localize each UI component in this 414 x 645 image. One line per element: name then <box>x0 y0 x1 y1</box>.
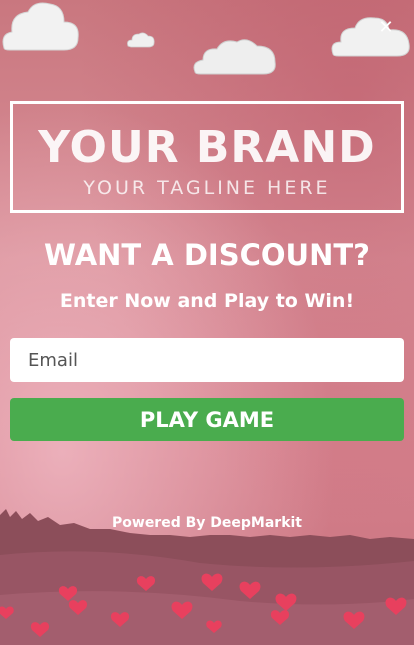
brand-tagline: YOUR TAGLINE HERE <box>83 177 331 199</box>
close-icon[interactable]: ✕ <box>376 18 396 38</box>
play-game-button[interactable]: PLAY GAME <box>10 398 404 441</box>
headline: WANT A DISCOUNT? <box>44 238 370 272</box>
brand-name: YOUR BRAND <box>38 122 376 173</box>
cloud-icon <box>193 39 276 75</box>
subheadline: Enter Now and Play to Win! <box>59 290 355 312</box>
cloud-icon <box>331 17 410 57</box>
cloud-icon <box>127 32 155 48</box>
powered-by-label: Powered By DeepMarkit <box>112 515 302 531</box>
game-popup: ✕ YOUR BRAND YOUR TAGLINE HERE WANT A DI… <box>0 0 414 645</box>
cloud-icon <box>2 2 79 51</box>
email-field[interactable] <box>10 338 404 382</box>
brand-logo-box: YOUR BRAND YOUR TAGLINE HERE <box>10 101 404 213</box>
